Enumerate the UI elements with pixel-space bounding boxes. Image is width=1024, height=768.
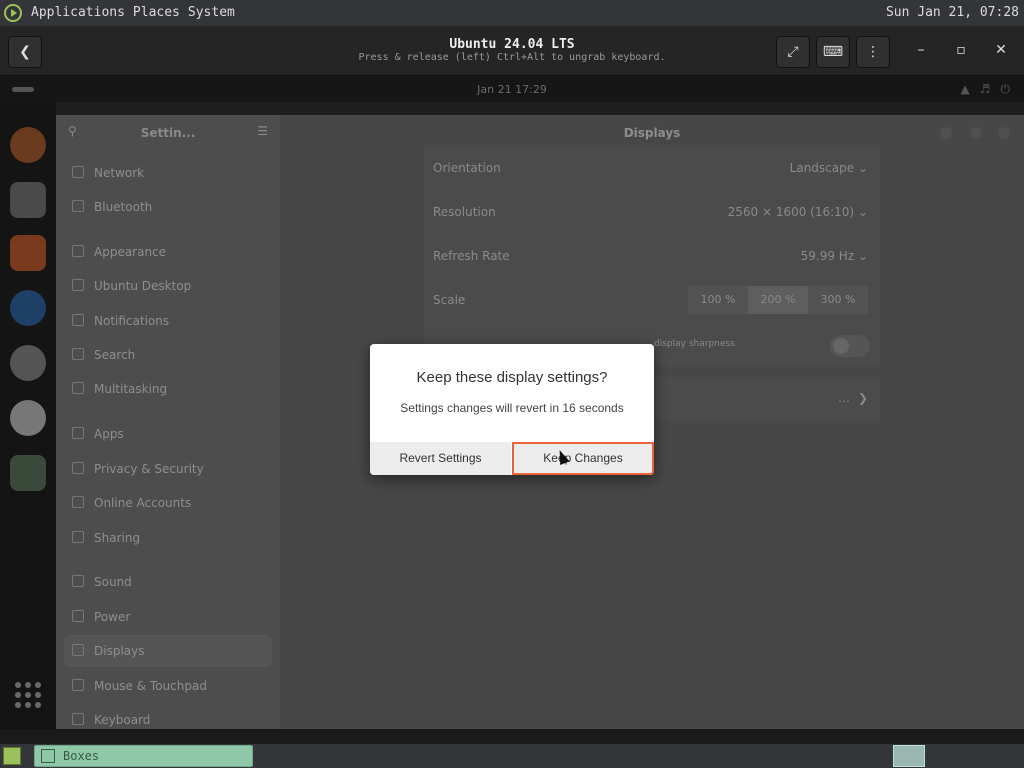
desktop-icon: [72, 279, 84, 291]
host-top-panel: Applications Places System Sun Jan 21, 0…: [0, 0, 1024, 26]
share-icon: [72, 531, 84, 543]
keyboard-icon: ⌨: [822, 44, 844, 60]
sidebar-item-search[interactable]: Search: [64, 339, 272, 371]
multitasking-icon: [72, 382, 84, 394]
refresh-rate-row[interactable]: Refresh Rate 59.99 Hz ⌄: [424, 235, 880, 279]
fullscreen-button[interactable]: ⤢: [776, 36, 810, 68]
chevron-right-icon: ❯: [857, 391, 868, 405]
orientation-row[interactable]: Orientation Landscape ⌄: [424, 147, 880, 191]
scale-selector[interactable]: 100 % 200 % 300 %: [688, 286, 868, 314]
dialog-title: Keep these display settings?: [416, 369, 608, 386]
window-maximize-icon[interactable]: [970, 127, 982, 139]
refresh-rate-dropdown[interactable]: 59.99 Hz ⌄: [801, 249, 868, 263]
display-settings-card: Orientation Landscape ⌄ Resolution 2560 …: [424, 147, 880, 323]
close-icon: ✕: [995, 42, 1007, 58]
window-minimize-icon[interactable]: [940, 127, 952, 139]
scale-option-200[interactable]: 200 %: [748, 286, 808, 314]
apps-icon: [72, 427, 84, 439]
power-icon: ⏻: [1000, 82, 1011, 96]
page-title: Displays: [623, 126, 681, 140]
host-taskbar: Boxes: [0, 744, 1024, 768]
disc-icon[interactable]: [10, 400, 46, 436]
sidebar-item-displays[interactable]: Displays: [64, 635, 272, 667]
close-button[interactable]: ✕: [991, 40, 1011, 60]
firefox-icon[interactable]: [10, 127, 46, 163]
sidebar-header: ⚲ Settin... ☰: [56, 115, 280, 151]
host-menu-bar: Applications Places System: [31, 5, 235, 20]
fullscreen-icon: ⤢: [787, 44, 799, 60]
trash-icon[interactable]: [10, 455, 46, 491]
sidebar-item-privacy[interactable]: Privacy & Security: [64, 453, 272, 485]
sound-icon: [72, 575, 84, 587]
app-center-icon[interactable]: [10, 235, 46, 271]
boxes-app-icon: [41, 749, 55, 763]
sidebar-item-online-accounts[interactable]: Online Accounts: [64, 487, 272, 519]
sidebar-title: Settin...: [140, 126, 196, 140]
scale-option-300[interactable]: 300 %: [808, 286, 868, 314]
sidebar-item-keyboard[interactable]: Keyboard: [64, 704, 272, 729]
keyboard-button[interactable]: ⌨: [816, 36, 850, 68]
workspace-switcher[interactable]: [893, 745, 925, 767]
menu-applications[interactable]: Applications: [31, 5, 125, 20]
revert-settings-button[interactable]: Revert Settings: [370, 442, 511, 475]
resolution-dropdown[interactable]: 2560 × 1600 (16:10) ⌄: [728, 205, 868, 219]
lock-icon: [72, 462, 84, 474]
boxes-header-bar: ❮ Ubuntu 24.04 LTS Press & release (left…: [0, 26, 1024, 76]
fractional-scaling-toggle[interactable]: [830, 335, 870, 357]
taskbar-item-boxes[interactable]: Boxes: [34, 745, 253, 767]
show-desktop-icon[interactable]: [3, 747, 21, 765]
files-icon[interactable]: [10, 182, 46, 218]
maximize-icon: ▫: [956, 42, 966, 58]
minimize-icon: –: [917, 42, 925, 58]
bell-icon: [72, 314, 84, 326]
bluetooth-icon: [72, 200, 84, 212]
minimize-button[interactable]: –: [911, 40, 931, 60]
ubuntu-dock: [0, 102, 56, 729]
guest-tray[interactable]: ▲ ♬ ⏻: [961, 82, 1011, 97]
sidebar-item-power[interactable]: Power: [64, 601, 272, 633]
sidebar-item-sound[interactable]: Sound: [64, 566, 272, 598]
scale-row: Scale 100 % 200 % 300 %: [424, 279, 880, 323]
sidebar-item-network[interactable]: Network: [64, 157, 272, 189]
menu-places[interactable]: Places: [133, 5, 180, 20]
menu-button[interactable]: ⋮: [856, 36, 890, 68]
mate-logo-icon[interactable]: [4, 4, 22, 22]
accounts-icon: [72, 496, 84, 508]
settings-app-icon[interactable]: [10, 345, 46, 381]
volume-icon: ♬: [979, 82, 991, 96]
guest-clock[interactable]: Jan 21 17:29: [0, 83, 1024, 96]
keep-changes-button[interactable]: Keep Changes: [512, 442, 654, 475]
power-icon: [72, 610, 84, 622]
sidebar-item-sharing[interactable]: Sharing: [64, 522, 272, 554]
mouse-icon: [72, 679, 84, 691]
keep-settings-dialog: Keep these display settings? Settings ch…: [370, 344, 654, 475]
maximize-button[interactable]: ▫: [951, 40, 971, 60]
display-icon: [72, 644, 84, 656]
scale-option-100[interactable]: 100 %: [688, 286, 748, 314]
sidebar-item-mouse[interactable]: Mouse & Touchpad: [64, 670, 272, 702]
sidebar-item-notifications[interactable]: Notifications: [64, 305, 272, 337]
sidebar-item-bluetooth[interactable]: Bluetooth: [64, 191, 272, 223]
show-apps-icon[interactable]: [15, 682, 41, 708]
window-close-icon[interactable]: [998, 127, 1010, 139]
hamburger-menu-icon[interactable]: ☰: [257, 124, 268, 138]
help-icon[interactable]: [10, 290, 46, 326]
orientation-dropdown[interactable]: Landscape ⌄: [790, 161, 868, 175]
sidebar-item-multitasking[interactable]: Multitasking: [64, 373, 272, 405]
dialog-message: Settings changes will revert in 16 secon…: [400, 401, 624, 415]
keyboard-icon: [72, 713, 84, 725]
host-clock[interactable]: Sun Jan 21, 07:28: [886, 5, 1019, 20]
network-icon: [72, 166, 84, 178]
settings-sidebar: ⚲ Settin... ☰ Network Bluetooth Appearan…: [56, 115, 280, 729]
sidebar-item-ubuntu-desktop[interactable]: Ubuntu Desktop: [64, 270, 272, 302]
resolution-row[interactable]: Resolution 2560 × 1600 (16:10) ⌄: [424, 191, 880, 235]
guest-top-bar: Jan 21 17:29 ▲ ♬ ⏻: [0, 77, 1024, 102]
appearance-icon: [72, 245, 84, 257]
menu-system[interactable]: System: [188, 5, 235, 20]
sidebar-item-appearance[interactable]: Appearance: [64, 236, 272, 268]
network-icon: ▲: [960, 82, 970, 96]
menu-icon: ⋮: [866, 44, 880, 60]
search-icon: [72, 348, 84, 360]
sidebar-item-apps[interactable]: Apps: [64, 418, 272, 450]
